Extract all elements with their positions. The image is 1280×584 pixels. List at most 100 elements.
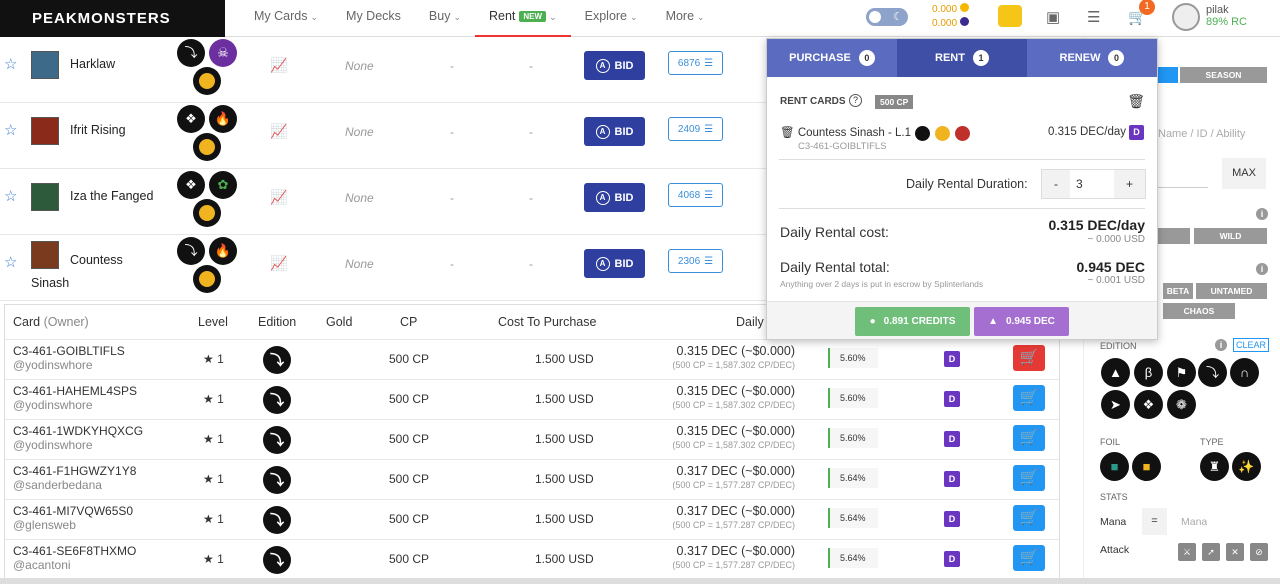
beta-filter[interactable]: BETA <box>1163 283 1193 299</box>
regular-foil-icon[interactable]: ■ <box>1100 452 1129 481</box>
nav-my-cards[interactable]: My Cards ⌄ <box>240 0 332 37</box>
bid-button[interactable]: A BID <box>584 117 645 146</box>
star-icon[interactable]: ☆ <box>4 55 17 73</box>
mana-input[interactable]: Mana <box>1181 516 1207 528</box>
star-icon[interactable]: ☆ <box>4 187 17 205</box>
bid-button[interactable]: A BID <box>584 183 645 212</box>
listing-uid[interactable]: C3-461-F1HGWZY1Y8 <box>13 464 136 478</box>
filter-active-chip[interactable] <box>1158 67 1178 83</box>
beta-edition-icon[interactable]: β <box>1134 358 1163 387</box>
untamed-filter[interactable]: UNTAMED <box>1196 283 1267 299</box>
mana-operator[interactable]: = <box>1142 508 1167 535</box>
nav-rent[interactable]: Rent NEW ⌄ <box>475 0 571 37</box>
listing-uid[interactable]: C3-461-HAHEML4SPS <box>13 384 137 398</box>
info-icon[interactable]: i <box>1256 208 1268 220</box>
duration-increment-button[interactable]: + <box>1114 170 1145 198</box>
dark-mode-toggle[interactable]: ☾ <box>866 8 908 26</box>
untamed-edition-icon[interactable]: ∩ <box>1230 358 1259 387</box>
bid-button[interactable]: A BID <box>584 249 645 278</box>
promo-edition-icon[interactable]: ⚑ <box>1167 358 1196 387</box>
ranged-icon[interactable]: ➚ <box>1202 543 1220 561</box>
chaos-edition-icon[interactable]: ❖ <box>1134 390 1163 419</box>
duration-input[interactable]: 3 <box>1070 170 1114 198</box>
season-filter[interactable]: SEASON <box>1180 67 1267 83</box>
pay-credits-button[interactable]: ● 0.891 CREDITS <box>855 307 970 336</box>
card-name[interactable]: Harklaw <box>70 57 115 71</box>
nav-more[interactable]: More ⌄ <box>652 0 719 37</box>
user-info[interactable]: pilak 89% RC <box>1206 4 1247 28</box>
listing-owner[interactable]: @sanderbedana <box>13 478 102 492</box>
listing-uid[interactable]: C3-461-GOIBLTIFLS <box>13 344 125 358</box>
header-cp[interactable]: CP <box>400 315 417 329</box>
star-icon[interactable]: ☆ <box>4 253 17 271</box>
header-edition[interactable]: Edition <box>258 315 296 329</box>
header-level[interactable]: Level <box>198 315 228 329</box>
nav-buy[interactable]: Buy ⌄ <box>415 0 475 37</box>
clear-button[interactable]: CLEAR <box>1233 338 1269 352</box>
magic-icon[interactable]: ✕ <box>1226 543 1244 561</box>
header-daily[interactable]: Daily <box>736 315 764 329</box>
dice-edition-icon[interactable]: ➤ <box>1101 390 1130 419</box>
alpha-edition-icon[interactable]: ▲ <box>1101 358 1130 387</box>
max-button[interactable]: MAX <box>1222 158 1266 189</box>
search-input[interactable]: Name / ID / Ability <box>1158 128 1245 140</box>
listing-count-button[interactable]: 6876 ☰ <box>668 51 723 75</box>
info-icon[interactable]: i <box>1215 339 1227 351</box>
gold-foil-filter-icon[interactable]: ■ <box>1132 452 1161 481</box>
monster-type-icon[interactable]: ♜ <box>1200 452 1229 481</box>
card-image[interactable] <box>31 117 59 145</box>
card-name[interactable]: Iza the Fanged <box>70 189 153 203</box>
bid-button[interactable]: A BID <box>584 51 645 80</box>
listing-owner[interactable]: @glensweb <box>13 518 76 532</box>
star-icon[interactable]: ☆ <box>4 121 17 139</box>
card-image[interactable] <box>31 183 59 211</box>
listing-owner[interactable]: @yodinswhore <box>13 358 93 372</box>
header-cost[interactable]: Cost To Purchase <box>498 315 596 329</box>
card-name[interactable]: Ifrit Rising <box>70 123 126 137</box>
add-to-cart-button[interactable]: 🛒 <box>1013 345 1045 371</box>
nav-explore[interactable]: Explore ⌄ <box>571 0 652 37</box>
add-to-cart-button[interactable]: 🛒 <box>1013 505 1045 531</box>
horizontal-scrollbar[interactable] <box>0 578 1280 584</box>
listing-owner[interactable]: @acantoni <box>13 558 71 572</box>
melee-icon[interactable]: ⚔ <box>1178 543 1196 561</box>
nav-my-decks[interactable]: My Decks <box>332 0 415 37</box>
remove-icon[interactable]: 🗑 <box>780 127 795 139</box>
header-gold[interactable]: Gold <box>326 315 352 329</box>
wild-filter[interactable]: WILD <box>1194 228 1267 244</box>
reward-edition-icon[interactable]: ⤵ <box>1198 358 1227 387</box>
no-attack-icon[interactable]: ⊘ <box>1250 543 1268 561</box>
peakmonsters-logo[interactable]: PEAKMONSTERS <box>0 0 225 37</box>
chaos-filter[interactable]: CHAOS <box>1163 303 1235 319</box>
rarity-chip[interactable] <box>1158 228 1190 244</box>
tab-purchase[interactable]: PURCHASE 0 <box>767 39 897 77</box>
card-image[interactable] <box>31 51 59 79</box>
riftwatchers-edition-icon[interactable]: ❁ <box>1167 390 1196 419</box>
layers-icon[interactable]: ☰ <box>1087 8 1100 26</box>
trash-icon[interactable]: 🗑 <box>1127 93 1145 110</box>
card-name[interactable]: Countess Sinash <box>31 249 141 295</box>
chart-icon[interactable]: 📈 <box>270 255 287 272</box>
inbox-icon[interactable]: ▣ <box>1046 8 1060 26</box>
listing-count-button[interactable]: 4068 ☰ <box>668 183 723 207</box>
avatar[interactable] <box>1172 3 1200 31</box>
listing-uid[interactable]: C3-461-1WDKYHQXCG <box>13 424 143 438</box>
header-card[interactable]: Card (Owner) <box>13 315 89 329</box>
help-icon[interactable]: ? <box>849 94 862 107</box>
listing-owner[interactable]: @yodinswhore <box>13 398 93 412</box>
add-to-cart-button[interactable]: 🛒 <box>1013 465 1045 491</box>
listing-uid[interactable]: C3-461-SE6F8THXMO <box>13 544 136 558</box>
summoner-type-icon[interactable]: ✨ <box>1232 452 1261 481</box>
listing-count-button[interactable]: 2409 ☰ <box>668 117 723 141</box>
listing-owner[interactable]: @yodinswhore <box>13 438 93 452</box>
info-icon[interactable]: i <box>1256 263 1268 275</box>
chart-icon[interactable]: 📈 <box>270 189 287 206</box>
chart-icon[interactable]: 📈 <box>270 57 287 74</box>
chat-icon[interactable] <box>998 5 1022 27</box>
add-to-cart-button[interactable]: 🛒 <box>1013 385 1045 411</box>
add-to-cart-button[interactable]: 🛒 <box>1013 545 1045 571</box>
tab-rent[interactable]: RENT 1 <box>897 39 1027 77</box>
add-to-cart-button[interactable]: 🛒 <box>1013 425 1045 451</box>
duration-decrement-button[interactable]: - <box>1042 170 1070 198</box>
listing-uid[interactable]: C3-461-MI7VQW65S0 <box>13 504 133 518</box>
